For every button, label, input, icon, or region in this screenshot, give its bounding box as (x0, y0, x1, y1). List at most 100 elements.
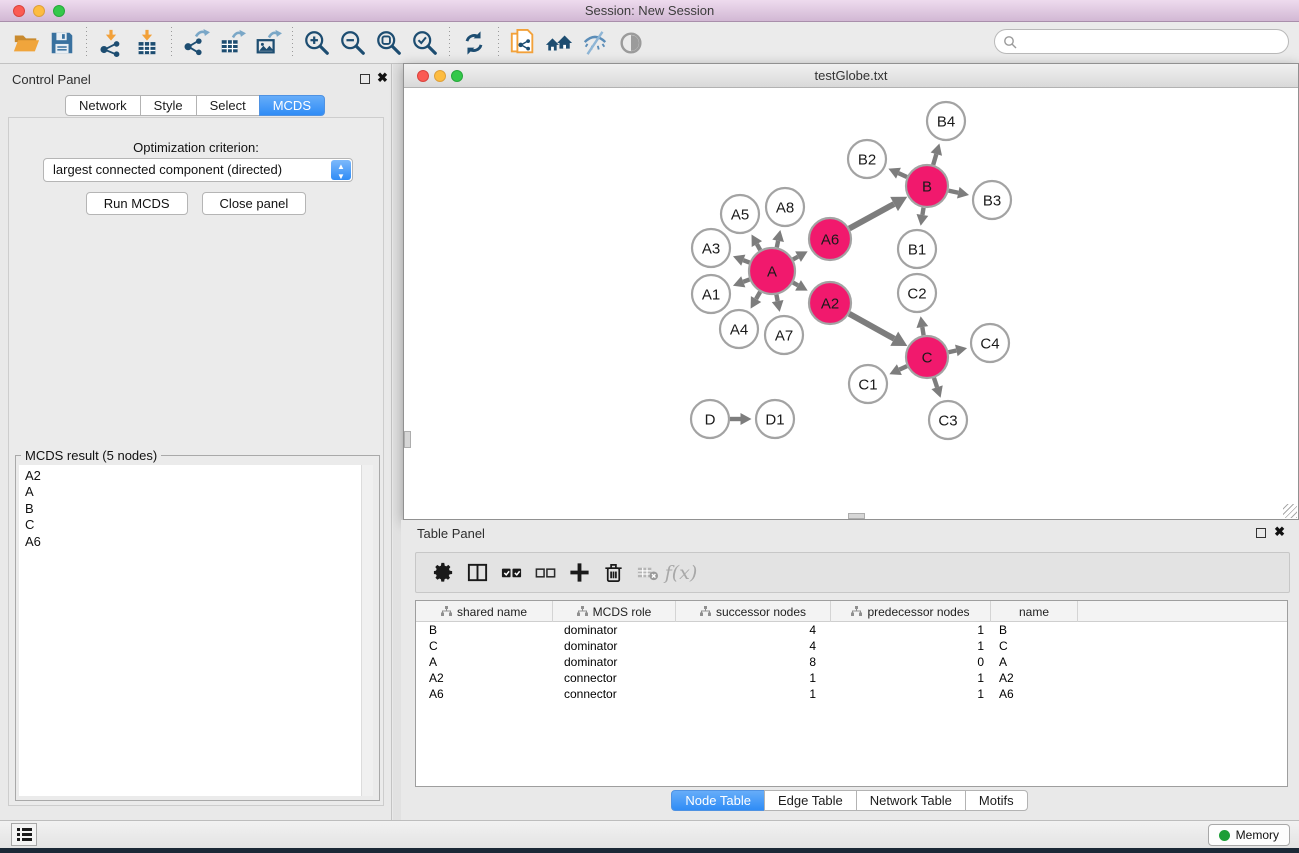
export-image-icon[interactable] (250, 26, 286, 60)
close-panel-button[interactable]: Close panel (202, 192, 307, 215)
gear-icon[interactable] (426, 558, 460, 588)
mcds-result-item[interactable]: A2 (19, 465, 373, 484)
graph-edge-A-A7[interactable] (776, 295, 777, 302)
table-row[interactable]: A2connector11A2 (416, 670, 1287, 686)
tab-motifs[interactable]: Motifs (965, 790, 1028, 811)
import-table-icon[interactable] (129, 26, 165, 60)
toolbar-separator (498, 27, 499, 59)
graph-edge-C-C1[interactable] (899, 366, 907, 369)
network-canvas[interactable]: AA1A2A3A4A5A6A7A8BB1B2B3B4CC1C2C3C4DD1 (404, 89, 1298, 519)
graph-edge-A-A1[interactable] (743, 279, 749, 281)
graph-edge-A-A8[interactable] (777, 241, 778, 248)
column-header-shared-name[interactable]: shared name (416, 601, 553, 622)
graph-edge-arrowhead (772, 300, 784, 312)
search-box[interactable] (994, 29, 1289, 54)
criterion-dropdown[interactable]: largest connected component (directed) ▲… (43, 158, 353, 182)
graph-edge-B-B2[interactable] (898, 173, 906, 177)
mcds-result-item[interactable]: C (19, 517, 373, 533)
mcds-result-item[interactable]: A6 (19, 534, 373, 550)
tab-select[interactable]: Select (196, 95, 260, 116)
column-header-mcds-role[interactable]: MCDS role (553, 601, 676, 622)
task-history-button[interactable] (11, 823, 37, 846)
open-icon[interactable] (8, 26, 44, 60)
graph-edge-C-C4[interactable] (948, 350, 956, 352)
graph-edge-A2-C[interactable] (849, 314, 894, 339)
deselect-all-icon[interactable] (528, 558, 562, 588)
add-column-icon[interactable] (562, 558, 596, 588)
close-panel-icon[interactable]: ✖ (377, 70, 388, 86)
desktop-background (0, 848, 1299, 853)
run-mcds-button[interactable]: Run MCDS (86, 192, 188, 215)
graph-edge-A-A4[interactable] (756, 292, 760, 299)
table-cell: C (991, 639, 1078, 653)
graph-edge-C-C3[interactable] (934, 378, 937, 387)
export-network-icon[interactable] (178, 26, 214, 60)
table-cell: 4 (676, 639, 831, 653)
float-panel-icon[interactable] (1256, 528, 1266, 538)
table-row[interactable]: Bdominator41B (416, 622, 1287, 638)
zoom-in-icon[interactable] (299, 26, 335, 60)
search-input[interactable] (1017, 32, 1288, 52)
tab-edge-table[interactable]: Edge Table (764, 790, 857, 811)
graph-edge-B-B3[interactable] (949, 191, 959, 193)
column-header-predecessor-nodes[interactable]: predecessor nodes (831, 601, 991, 622)
tab-style[interactable]: Style (140, 95, 197, 116)
graph-node-label: D (705, 411, 716, 428)
table-cell: 1 (831, 671, 991, 685)
graph-edge-B-B4[interactable] (933, 154, 936, 165)
duplicate-network-icon[interactable] (505, 26, 541, 60)
column-header-successor-nodes[interactable]: successor nodes (676, 601, 831, 622)
import-network-icon[interactable] (93, 26, 129, 60)
table-row[interactable]: Adominator80A (416, 654, 1287, 670)
mcds-result-item[interactable]: A (19, 484, 373, 500)
tab-node-table[interactable]: Node Table (671, 790, 765, 811)
graph-edge-A-A5[interactable] (757, 244, 760, 250)
function-builder-icon[interactable]: f(x) (664, 558, 698, 588)
scrollbar-track[interactable] (361, 465, 373, 796)
network-window-titlebar[interactable]: testGlobe.txt (404, 64, 1298, 88)
graph-edge-A-A3[interactable] (743, 260, 749, 262)
zoom-out-icon[interactable] (335, 26, 371, 60)
tab-network[interactable]: Network (65, 95, 141, 116)
toolbar-separator (292, 27, 293, 59)
select-all-icon[interactable] (494, 558, 528, 588)
home-icon[interactable] (541, 26, 577, 60)
graph-node-label: C2 (907, 285, 926, 302)
save-icon[interactable] (44, 26, 80, 60)
table-row[interactable]: A6connector11A6 (416, 686, 1287, 702)
show-graphics-details-icon[interactable] (613, 26, 649, 60)
close-panel-icon[interactable]: ✖ (1274, 524, 1285, 540)
splitter-handle[interactable] (404, 431, 411, 448)
session-title: Session: New Session (0, 3, 1299, 18)
zoom-fit-icon[interactable] (371, 26, 407, 60)
memory-button[interactable]: Memory (1208, 824, 1290, 846)
column-header-name[interactable]: name (991, 601, 1078, 622)
toolbar-separator (171, 27, 172, 59)
zoom-selected-icon[interactable] (407, 26, 443, 60)
delete-table-icon[interactable] (630, 558, 664, 588)
graph-edge-arrowhead (931, 144, 942, 156)
graph-node-label: C3 (938, 412, 957, 429)
export-table-icon[interactable] (214, 26, 250, 60)
table-cell: 1 (676, 671, 831, 685)
graph-edge-C-C2[interactable] (922, 327, 923, 335)
graph-edge-B-B1[interactable] (922, 208, 923, 215)
refresh-icon[interactable] (456, 26, 492, 60)
table-body: Bdominator41BCdominator41CAdominator80AA… (416, 622, 1287, 702)
tab-mcds[interactable]: MCDS (259, 95, 325, 116)
delete-column-icon[interactable] (596, 558, 630, 588)
mcds-result-item[interactable]: B (19, 501, 373, 517)
graph-node-label: A (767, 263, 777, 280)
main-titlebar: Session: New Session (0, 0, 1299, 22)
control-panel: Control Panel ✖ NetworkStyleSelectMCDS O… (0, 64, 392, 820)
graph-edge-A6-B[interactable] (849, 204, 894, 228)
graph-edge-A-A6[interactable] (793, 257, 798, 260)
hide-graphics-details-icon[interactable] (577, 26, 613, 60)
columns-icon[interactable] (460, 558, 494, 588)
tab-network-table[interactable]: Network Table (856, 790, 966, 811)
resize-grip[interactable] (1283, 504, 1297, 518)
table-row[interactable]: Cdominator41C (416, 638, 1287, 654)
splitter-handle[interactable] (848, 513, 865, 519)
graph-edge-A-A2[interactable] (793, 283, 798, 286)
float-panel-icon[interactable] (360, 74, 370, 84)
